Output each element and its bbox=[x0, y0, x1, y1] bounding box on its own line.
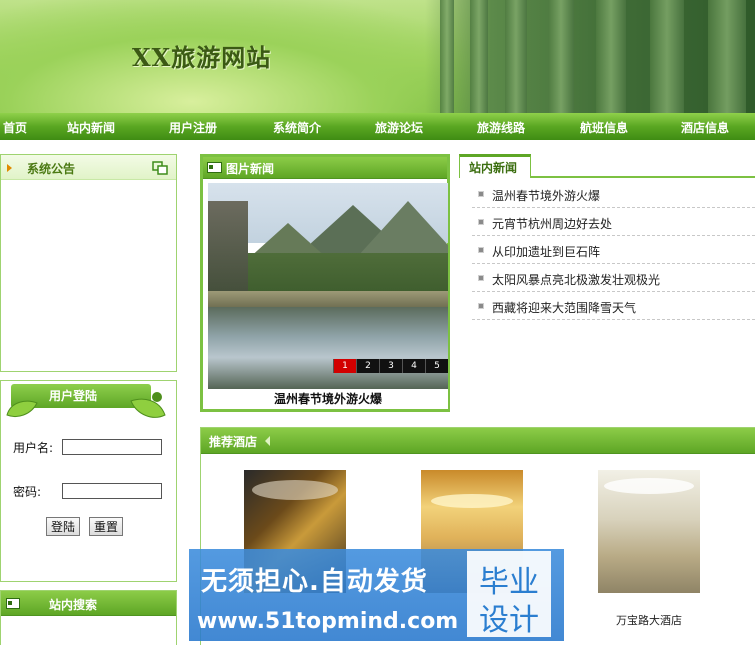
list-item[interactable]: 温州春节境外游火爆 bbox=[472, 180, 755, 208]
image-icon bbox=[207, 162, 222, 173]
hotels-title: 推荐酒店 bbox=[209, 435, 258, 449]
watermark-badge: 毕业 设计 bbox=[467, 551, 551, 638]
search-panel: 站内搜索 bbox=[0, 590, 177, 645]
windows-icon bbox=[152, 161, 168, 175]
bullet-square-icon bbox=[478, 191, 484, 197]
bullet-square-icon bbox=[478, 219, 484, 225]
news-link[interactable]: 温州春节境外游火爆 bbox=[492, 187, 600, 204]
image-icon bbox=[6, 598, 20, 609]
list-item[interactable]: 从印加遗址到巨石阵 bbox=[472, 236, 755, 264]
password-input[interactable] bbox=[62, 483, 162, 499]
list-item[interactable]: 西藏将迎来大范围降雪天气 bbox=[472, 292, 755, 320]
search-title: 站内搜索 bbox=[49, 598, 98, 612]
tree-trunk bbox=[505, 0, 527, 113]
news-link[interactable]: 元宵节杭州周边好去处 bbox=[492, 215, 612, 232]
tree-trunk bbox=[650, 0, 684, 113]
search-header: 站内搜索 bbox=[1, 591, 176, 616]
login-button[interactable]: 登陆 bbox=[46, 517, 81, 536]
bullet-square-icon bbox=[478, 303, 484, 309]
main-nav: 首页 站内新闻 用户注册 系统简介 旅游论坛 旅游线路 航班信息 酒店信息 bbox=[0, 113, 755, 140]
watermark-url: www.51topmind.com bbox=[197, 609, 459, 634]
hotel-image[interactable] bbox=[598, 470, 700, 593]
header-banner: XX旅游网站 bbox=[0, 0, 755, 113]
tree-trunk bbox=[708, 0, 746, 113]
tree-trunk bbox=[596, 0, 626, 113]
pager-page-2[interactable]: 2 bbox=[356, 359, 379, 373]
pager-page-5[interactable]: 5 bbox=[425, 359, 448, 373]
pager-page-1[interactable]: 1 bbox=[333, 359, 356, 373]
bullet-square-icon bbox=[478, 275, 484, 281]
announcement-header: 系统公告 bbox=[1, 155, 176, 180]
login-panel: 用户登陆 用户名: 密码: 登陆 重置 bbox=[0, 380, 177, 582]
news-link[interactable]: 从印加遗址到巨石阵 bbox=[492, 243, 600, 260]
reset-button[interactable]: 重置 bbox=[89, 517, 124, 536]
arrow-right-icon bbox=[7, 164, 12, 172]
hotel-ceiling-light bbox=[252, 480, 338, 500]
watermark-slogan: 无须担心.自动发货 bbox=[201, 567, 428, 597]
nav-item-register[interactable]: 用户注册 bbox=[169, 119, 217, 136]
nav-item-home[interactable]: 首页 bbox=[3, 119, 27, 136]
tree-trunk bbox=[548, 0, 574, 113]
bullet-square-icon bbox=[478, 247, 484, 253]
photo-news-caption[interactable]: 温州春节境外游火爆 bbox=[208, 389, 448, 409]
announcement-panel: 系统公告 bbox=[0, 154, 177, 372]
nav-item-flights[interactable]: 航班信息 bbox=[580, 119, 628, 136]
login-title: 用户登陆 bbox=[49, 389, 98, 403]
list-item[interactable]: 太阳风暴点亮北极激发壮观极光 bbox=[472, 264, 755, 292]
site-news-title: 站内新闻 bbox=[469, 161, 518, 175]
photo-news-panel: 图片新闻 1 2 3 4 5 温州春节境外游火爆 bbox=[200, 154, 450, 412]
leaf-icon bbox=[6, 400, 38, 417]
photo-news-title: 图片新闻 bbox=[226, 162, 275, 176]
password-label: 密码: bbox=[13, 485, 42, 499]
nav-item-hotels[interactable]: 酒店信息 bbox=[681, 119, 729, 136]
announcement-title: 系统公告 bbox=[27, 162, 76, 176]
photo-news-image[interactable]: 1 2 3 4 5 bbox=[208, 183, 448, 391]
username-label: 用户名: bbox=[13, 441, 54, 455]
watermark-overlay: 无须担心.自动发货 www.51topmind.com 毕业 设计 bbox=[189, 549, 564, 641]
list-item[interactable]: 元宵节杭州周边好去处 bbox=[472, 208, 755, 236]
username-input[interactable] bbox=[62, 439, 162, 455]
news-tab-divider bbox=[531, 176, 755, 178]
news-link[interactable]: 西藏将迎来大范围降雪天气 bbox=[492, 299, 636, 316]
hotel-name[interactable]: 万宝路大酒店 bbox=[598, 612, 700, 628]
site-title: XX旅游网站 bbox=[132, 43, 272, 72]
hotel-ceiling-light bbox=[604, 478, 694, 494]
login-header: 用户登陆 bbox=[1, 381, 178, 421]
pager-page-4[interactable]: 4 bbox=[402, 359, 425, 373]
nav-item-news[interactable]: 站内新闻 bbox=[67, 119, 115, 136]
nav-item-routes[interactable]: 旅游线路 bbox=[477, 119, 525, 136]
tab-site-news[interactable]: 站内新闻 bbox=[459, 154, 531, 178]
watermark-badge-bottom: 设计 bbox=[479, 603, 539, 638]
hotel-chandelier bbox=[431, 494, 513, 508]
tree-trunk bbox=[440, 0, 454, 113]
nav-item-about[interactable]: 系统简介 bbox=[273, 119, 321, 136]
photo-mountain bbox=[358, 201, 448, 256]
nav-item-forum[interactable]: 旅游论坛 bbox=[375, 119, 423, 136]
photo-news-header: 图片新闻 bbox=[203, 157, 447, 179]
leaf-icon bbox=[130, 392, 166, 418]
photo-pager: 1 2 3 4 5 bbox=[333, 359, 448, 373]
hotels-header: 推荐酒店 bbox=[201, 428, 755, 454]
chevron-left-icon bbox=[265, 436, 270, 446]
news-link[interactable]: 太阳风暴点亮北极激发壮观极光 bbox=[492, 271, 660, 288]
pager-page-3[interactable]: 3 bbox=[379, 359, 402, 373]
photo-water bbox=[208, 307, 448, 391]
tree-trunk bbox=[470, 0, 488, 113]
